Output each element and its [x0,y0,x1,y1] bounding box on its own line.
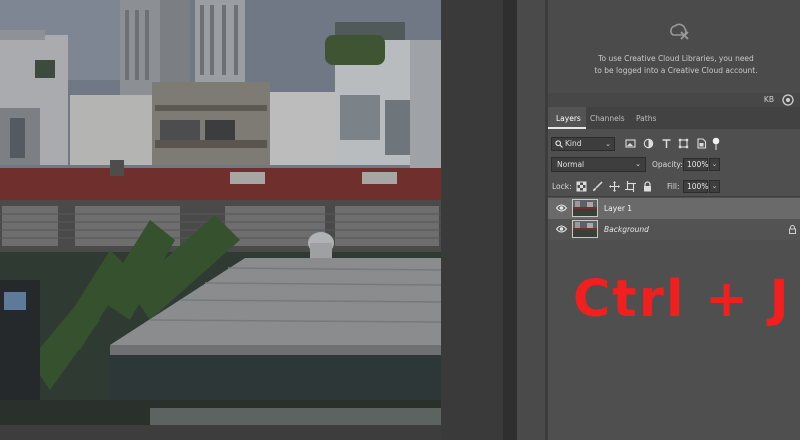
creative-cloud-offline-icon [668,20,690,44]
tab-paths[interactable]: Paths [636,107,656,129]
pixel-filter-icon[interactable] [625,138,636,149]
visibility-eye-icon[interactable] [555,225,568,235]
canvas-photo [0,0,441,425]
tab-layers[interactable]: Layers [548,107,586,129]
right-panels: To use Creative Cloud Libraries, you nee… [548,0,800,440]
chevron-down-icon: ⌄ [635,160,641,168]
lock-artboard-icon[interactable] [625,181,636,192]
search-icon [555,140,563,152]
keyboard-shortcut-overlay: Ctrl + J [573,270,791,329]
lock-transparent-icon[interactable] [576,181,587,192]
filter-toggle-icon[interactable] [712,137,723,150]
adjustment-filter-icon[interactable] [643,138,654,149]
filter-kind-select[interactable]: Kind ⌄ [551,137,615,151]
vertical-scrollbar[interactable] [503,0,517,440]
filter-kind-label: Kind [565,139,582,148]
lock-all-icon[interactable] [642,181,653,192]
creative-cloud-icon[interactable] [782,94,794,108]
opacity-dropdown-button[interactable]: ⌄ [709,158,720,171]
lock-position-icon[interactable] [609,181,620,192]
layer-name: Layer 1 [604,204,633,213]
layer-name: Background [604,225,649,234]
layer-row-layer-1[interactable]: Layer 1 [548,198,800,219]
lock-image-icon[interactable] [592,181,603,192]
libraries-footer: KB [548,93,800,107]
canvas-bottom-bar [0,425,441,440]
fill-dropdown-button[interactable]: ⌄ [709,180,720,193]
blend-mode-value: Normal [557,160,585,169]
layer-row-background[interactable]: Background [548,219,800,240]
blend-row: Normal ⌄ Opacity: 100% ⌄ [548,157,800,175]
smart-object-filter-icon[interactable] [696,138,707,149]
libraries-login-message: To use Creative Cloud Libraries, you nee… [594,54,758,75]
document-canvas[interactable] [0,0,441,425]
shape-filter-icon[interactable] [678,138,689,149]
layer-lock-icon[interactable] [789,225,796,236]
chevron-down-icon: ⌄ [605,140,611,148]
blend-mode-select[interactable]: Normal ⌄ [551,157,646,172]
layer-filter-row: Kind ⌄ [548,132,800,156]
fill-label: Fill: [667,182,680,191]
opacity-label: Opacity: [652,160,683,169]
panel-dock-strip [517,0,545,440]
opacity-field[interactable]: 100% [683,158,708,171]
lock-row: Lock: Fill: 100% ⌄ [548,178,800,195]
lock-label: Lock: [552,182,572,191]
type-filter-icon[interactable] [661,138,672,149]
account-initials[interactable]: KB [764,95,774,104]
layer-thumbnail [572,199,598,217]
panel-tab-bar: Layers Channels Paths [548,107,800,129]
tab-channels[interactable]: Channels [590,107,625,129]
visibility-eye-icon[interactable] [555,204,568,214]
divider [548,196,800,197]
layer-thumbnail [572,220,598,238]
libraries-panel: To use Creative Cloud Libraries, you nee… [548,0,800,93]
workspace-gutter [441,0,503,440]
fill-field[interactable]: 100% [683,180,708,193]
